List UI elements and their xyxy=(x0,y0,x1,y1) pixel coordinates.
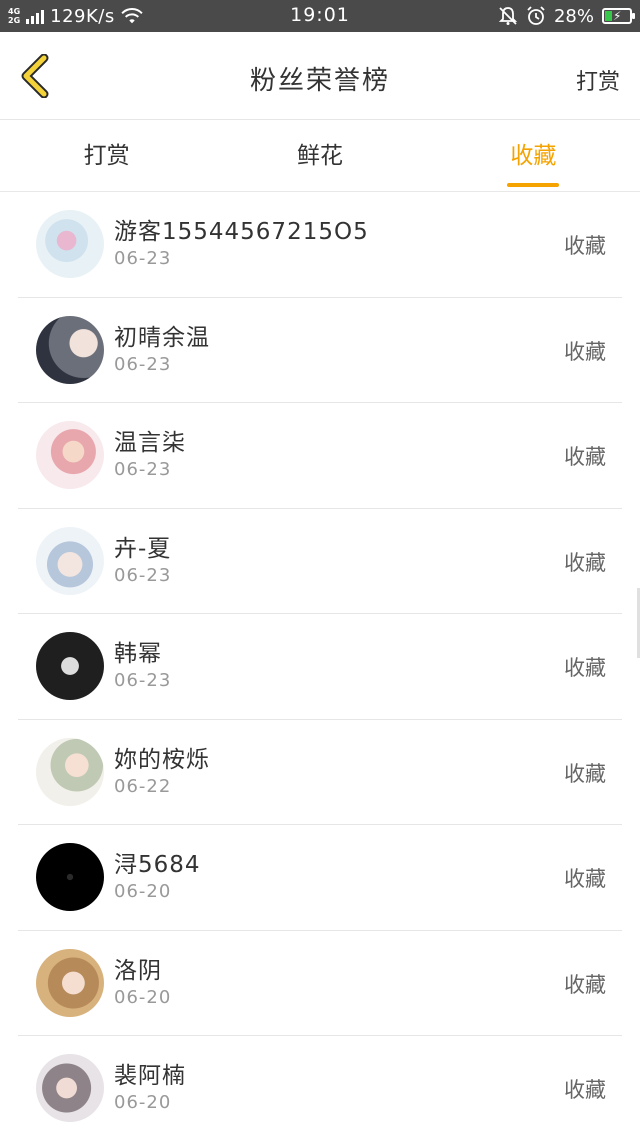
list-item[interactable]: 卉-夏 06-23 收藏 xyxy=(18,509,622,614)
avatar[interactable] xyxy=(36,843,104,911)
fan-date: 06-23 xyxy=(114,248,172,269)
favorite-label: 收藏 xyxy=(564,761,606,786)
list-item[interactable]: 游客15544567215O5 06-23 收藏 xyxy=(18,192,622,298)
favorite-label: 收藏 xyxy=(564,234,606,258)
favorite-label: 收藏 xyxy=(564,550,606,575)
fan-name: 韩幂 xyxy=(114,641,162,667)
list-item[interactable]: 裴阿楠 06-20 收藏 xyxy=(18,1036,622,1138)
list-item[interactable]: 初晴余温 06-23 收藏 xyxy=(18,298,622,403)
status-bar: 4G 2G 129K/s 19:01 28% ⚡ xyxy=(0,0,640,32)
fan-date: 06-23 xyxy=(114,670,172,691)
list-item[interactable]: 浔5684 06-20 收藏 xyxy=(18,825,622,931)
alarm-clock-icon xyxy=(527,6,545,25)
fan-name: 游客15544567215O5 xyxy=(114,219,369,245)
battery-fill xyxy=(605,11,613,21)
tab-label: 打赏 xyxy=(83,143,130,169)
list-item[interactable]: 温言柒 06-23 收藏 xyxy=(18,403,622,509)
favorite-label: 收藏 xyxy=(564,972,606,997)
fan-name: 妳的桉烁 xyxy=(114,746,210,773)
fan-date: 06-23 xyxy=(114,459,172,480)
reward-button[interactable]: 打赏 xyxy=(576,64,620,96)
fan-date: 06-20 xyxy=(114,986,172,1008)
tab-bar: 打赏 鲜花 收藏 xyxy=(0,120,640,192)
fan-name: 卉-夏 xyxy=(114,535,172,562)
tab-label: 收藏 xyxy=(510,143,557,169)
avatar[interactable] xyxy=(36,210,104,278)
fan-date: 06-20 xyxy=(114,1092,172,1113)
favorite-label: 收藏 xyxy=(564,656,606,680)
status-right: 28% ⚡ xyxy=(498,4,635,28)
list-item[interactable]: 洛阴 06-20 收藏 xyxy=(18,931,622,1036)
avatar[interactable] xyxy=(36,421,104,489)
fan-name: 温言柒 xyxy=(114,430,186,456)
fan-date: 06-20 xyxy=(114,881,172,902)
favorite-label: 收藏 xyxy=(564,1078,606,1102)
list-item[interactable]: 韩幂 06-23 收藏 xyxy=(18,614,622,720)
page-title: 粉丝荣誉榜 xyxy=(249,66,390,96)
charging-icon: ⚡ xyxy=(613,9,622,23)
favorite-label: 收藏 xyxy=(564,867,606,891)
fan-date: 06-23 xyxy=(114,564,172,586)
fan-name: 裴阿楠 xyxy=(114,1063,186,1089)
app-header: 粉丝荣誉榜 打赏 xyxy=(0,32,640,120)
avatar[interactable] xyxy=(36,737,104,806)
list-item[interactable]: 妳的桉烁 06-22 收藏 xyxy=(18,720,622,825)
fan-date: 06-22 xyxy=(114,775,172,797)
favorite-label: 收藏 xyxy=(564,445,606,469)
avatar[interactable] xyxy=(36,948,104,1017)
avatar[interactable] xyxy=(36,315,104,384)
battery-icon: ⚡ xyxy=(602,8,635,24)
fan-date: 06-23 xyxy=(114,353,172,375)
tab-reward[interactable]: 打赏 xyxy=(0,120,213,191)
tab-label: 鲜花 xyxy=(296,143,343,169)
battery-percent: 28% xyxy=(553,5,594,27)
fan-name: 初晴余温 xyxy=(114,324,210,351)
avatar[interactable] xyxy=(36,632,104,700)
bell-off-icon xyxy=(498,7,518,25)
tab-active-indicator xyxy=(507,183,560,187)
fan-list: 游客15544567215O5 06-23 收藏 初晴余温 06-23 收藏 温言柒 06-2… xyxy=(0,192,640,1138)
tab-flowers[interactable]: 鲜花 xyxy=(213,120,426,191)
avatar[interactable] xyxy=(36,1054,104,1122)
avatar[interactable] xyxy=(36,526,104,595)
fan-name: 浔5684 xyxy=(114,852,201,878)
favorite-label: 收藏 xyxy=(564,339,606,364)
fan-name: 洛阴 xyxy=(114,957,162,984)
tab-favorites[interactable]: 收藏 xyxy=(427,120,640,191)
